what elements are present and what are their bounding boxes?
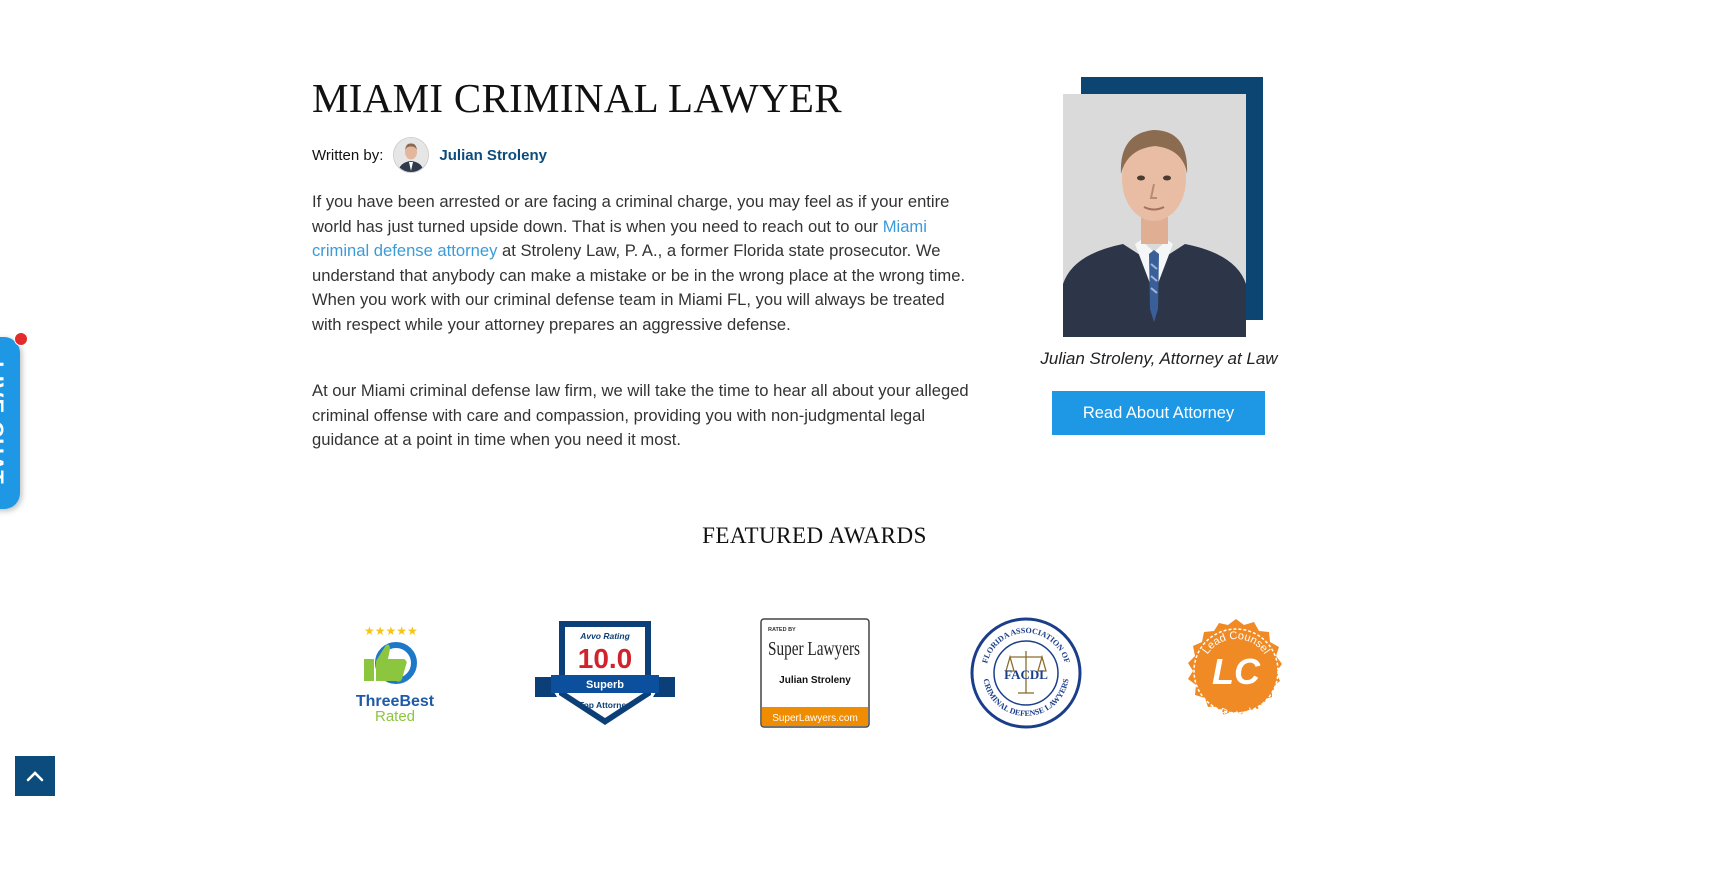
author-avatar-portrait [394, 138, 429, 172]
svg-text:Avvo Rating: Avvo Rating [579, 631, 630, 641]
svg-text:Super Lawyers: Super Lawyers [768, 638, 860, 660]
second-paragraph: At our Miami criminal defense law firm, … [312, 381, 969, 449]
five-stars-icon: ★★★★★ [364, 624, 418, 638]
lead-counsel-badge[interactable]: Lead Counsel Rated LC [1180, 615, 1292, 729]
author-avatar[interactable] [393, 137, 430, 173]
attorney-caption: Julian Stroleny, Attorney at Law [1040, 349, 1278, 368]
attorney-portrait [1063, 94, 1246, 337]
intro-paragraph: If you have been arrested or are facing … [312, 190, 977, 337]
paragraph1-text-start: If you have been arrested or are facing … [312, 192, 950, 236]
threebest-rated-badge[interactable]: ★★★★★ ThreeBest Rated [350, 615, 440, 725]
svg-text:LC: LC [1212, 651, 1261, 692]
attorney-photo [1063, 94, 1246, 337]
svg-text:10.0: 10.0 [578, 643, 633, 674]
super-lawyers-badge[interactable]: RATED BY Super Lawyers Julian Stroleny S… [760, 615, 872, 729]
live-chat-tab[interactable]: LIVE CHAT [0, 337, 20, 509]
page-title: MIAMI CRIMINAL LAWYER [312, 75, 842, 121]
awards-title: FEATURED AWARDS [702, 523, 927, 548]
read-about-attorney-button[interactable]: Read About Attorney [1052, 391, 1265, 435]
chevron-up-icon [26, 771, 44, 782]
facdl-seal-badge[interactable]: FLORIDA ASSOCIATION OF CRIMINAL DEFENSE … [970, 615, 1082, 729]
author-link[interactable]: Julian Stroleny [439, 147, 547, 164]
svg-text:Superb: Superb [586, 679, 624, 691]
svg-text:SuperLawyers.com: SuperLawyers.com [772, 713, 858, 724]
svg-text:RATED BY: RATED BY [768, 627, 796, 633]
live-chat-label: LIVE CHAT [0, 361, 8, 485]
written-by-label: Written by: [312, 146, 384, 164]
byline: Written by: Julian Stroleny [312, 137, 547, 173]
scroll-to-top-button[interactable] [15, 756, 55, 796]
avvo-rating-badge[interactable]: Avvo Rating 10.0 Superb Top Attorney [533, 615, 677, 729]
svg-text:★★★★★: ★★★★★ [364, 624, 418, 638]
svg-text:Top Attorney: Top Attorney [579, 700, 631, 710]
chat-notification-icon[interactable] [14, 332, 28, 346]
svg-text:Rated: Rated [375, 708, 415, 725]
svg-text:Julian Stroleny: Julian Stroleny [779, 675, 851, 686]
svg-text:FACDL: FACDL [1004, 667, 1048, 682]
